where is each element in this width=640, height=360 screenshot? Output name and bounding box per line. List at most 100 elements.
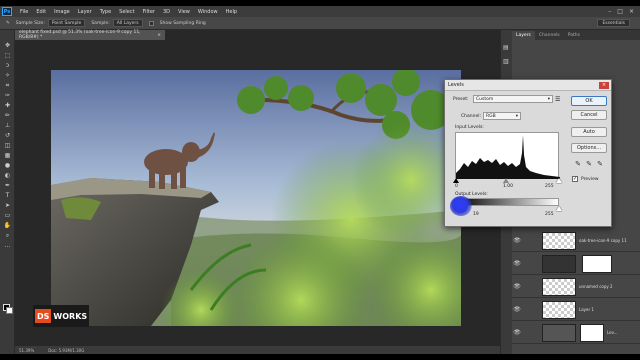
- layer-mask-thumbnail: [580, 323, 604, 342]
- menu-bar: Ps File Edit Image Layer Type Select Fil…: [0, 6, 640, 17]
- window-controls: – □ ×: [608, 8, 634, 15]
- layer-row[interactable]: 👁 Layer 1: [512, 299, 640, 321]
- visibility-eye-icon[interactable]: 👁: [512, 329, 522, 336]
- preview-checkbox[interactable]: ✓: [572, 176, 578, 182]
- output-black-value[interactable]: 19: [473, 212, 479, 217]
- crop-tool-icon[interactable]: ⌗: [3, 82, 12, 90]
- input-levels-label: Input Levels:: [455, 125, 484, 130]
- zoom-level[interactable]: 51.39%: [19, 348, 34, 353]
- menu-window[interactable]: Window: [198, 9, 218, 15]
- pen-tool-icon[interactable]: ✒: [3, 182, 12, 190]
- ok-button[interactable]: OK: [571, 96, 607, 106]
- history-panel-icon[interactable]: ▤: [503, 44, 509, 51]
- menu-3d[interactable]: 3D: [163, 9, 170, 15]
- eyedropper-tool-icon[interactable]: ✎: [6, 21, 10, 26]
- input-gamma-slider[interactable]: [503, 178, 509, 183]
- tab-paths[interactable]: Paths: [564, 31, 584, 40]
- menu-type[interactable]: Type: [100, 9, 111, 15]
- clone-stamp-icon[interactable]: ⊥: [3, 122, 12, 130]
- options-bar: ✎ Sample Size: Point Sample Sample: All …: [0, 17, 640, 30]
- layer-row[interactable]: 👁 unnamed copy 2: [512, 276, 640, 298]
- close-icon[interactable]: ×: [629, 8, 634, 15]
- gray-eyedropper-icon[interactable]: ✎: [585, 160, 593, 168]
- visibility-eye-icon[interactable]: 👁: [512, 283, 522, 290]
- visibility-eye-icon[interactable]: 👁: [512, 306, 522, 313]
- menu-file[interactable]: File: [20, 9, 28, 15]
- document-tab[interactable]: elephant fixed.psd @ 51.3% (oak-tree-ico…: [15, 30, 165, 40]
- preset-options-icon[interactable]: ☰: [555, 96, 560, 103]
- brush-tool-icon[interactable]: ✏: [3, 112, 12, 120]
- preset-select[interactable]: Custom ▾: [473, 95, 553, 103]
- watermark-logo: DS WORKS: [33, 305, 89, 327]
- tools-panel: ✥ ⬚ ↄ ✧ ⌗ ✑ ✚ ✏ ⊥ ↺ ◫ ▦ ● ◐ ✒ T ➤ ▭ ✋ ⌕ …: [0, 30, 15, 354]
- options-button[interactable]: Options...: [571, 143, 607, 153]
- menu-image[interactable]: Image: [54, 9, 70, 15]
- more-tools-icon[interactable]: …: [3, 242, 12, 250]
- dialog-title: Levels: [448, 82, 464, 88]
- path-select-icon[interactable]: ➤: [3, 202, 12, 210]
- eraser-tool-icon[interactable]: ◫: [3, 142, 12, 150]
- channel-value: RGB: [486, 113, 496, 119]
- move-tool-icon[interactable]: ✥: [3, 42, 12, 50]
- menu-select[interactable]: Select: [119, 9, 134, 15]
- workspace-select[interactable]: Essentials: [597, 19, 630, 27]
- menu-layer[interactable]: Layer: [78, 9, 92, 15]
- close-icon[interactable]: ×: [599, 82, 609, 89]
- layer-name: oak-tree-icon-9 copy 11: [579, 238, 627, 243]
- minimize-icon[interactable]: –: [608, 8, 611, 15]
- eyedropper-icon[interactable]: ✑: [3, 92, 12, 100]
- tab-layers[interactable]: Layers: [512, 31, 535, 40]
- layer-name: Layer 1: [579, 307, 594, 312]
- blur-tool-icon[interactable]: ●: [3, 162, 12, 170]
- canvas-image[interactable]: [51, 70, 461, 326]
- output-white-slider[interactable]: [556, 206, 562, 211]
- menu-filter[interactable]: Filter: [143, 9, 155, 15]
- menu-help[interactable]: Help: [226, 9, 237, 15]
- input-black-slider[interactable]: [453, 178, 459, 183]
- shape-tool-icon[interactable]: ▭: [3, 212, 12, 220]
- properties-panel-icon[interactable]: ▥: [503, 58, 509, 65]
- zoom-tool-icon[interactable]: ⌕: [3, 232, 12, 240]
- background-color-swatch[interactable]: [6, 307, 13, 314]
- marquee-tool-icon[interactable]: ⬚: [3, 52, 12, 60]
- show-sampling-ring-checkbox[interactable]: [148, 20, 154, 26]
- sample-size-label: Sample Size:: [15, 20, 45, 26]
- cursor-highlight: [450, 196, 472, 216]
- white-eyedropper-icon[interactable]: ✎: [596, 160, 604, 168]
- close-icon[interactable]: ×: [157, 33, 161, 38]
- history-brush-icon[interactable]: ↺: [3, 132, 12, 140]
- layer-row[interactable]: 👁 Lev...: [512, 322, 640, 344]
- gradient-tool-icon[interactable]: ▦: [3, 152, 12, 160]
- input-gamma-value[interactable]: 1.00: [503, 184, 513, 189]
- auto-button[interactable]: Auto: [571, 127, 607, 137]
- input-white-value[interactable]: 255: [545, 184, 554, 189]
- maximize-icon[interactable]: □: [617, 8, 623, 15]
- layer-thumbnail: [542, 277, 576, 296]
- healing-brush-icon[interactable]: ✚: [3, 102, 12, 110]
- visibility-eye-icon[interactable]: 👁: [512, 237, 522, 244]
- visibility-eye-icon[interactable]: 👁: [512, 260, 522, 267]
- menu-view[interactable]: View: [178, 9, 190, 15]
- sample-label: Sample:: [91, 20, 110, 26]
- output-white-value[interactable]: 255: [545, 212, 554, 217]
- cancel-button[interactable]: Cancel: [571, 110, 607, 120]
- input-black-value[interactable]: 0: [455, 184, 458, 189]
- lasso-tool-icon[interactable]: ↄ: [3, 62, 12, 70]
- input-white-slider[interactable]: [556, 178, 562, 183]
- document-tab-title: elephant fixed.psd @ 51.3% (oak-tree-ico…: [19, 30, 141, 40]
- chevron-down-icon: ▾: [547, 96, 550, 102]
- layer-row[interactable]: 👁 oak-tree-icon-9 copy 11: [512, 230, 640, 252]
- tab-channels[interactable]: Channels: [535, 31, 564, 40]
- hand-tool-icon[interactable]: ✋: [3, 222, 12, 230]
- type-tool-icon[interactable]: T: [3, 192, 12, 200]
- channel-select[interactable]: RGB ▾: [483, 112, 521, 120]
- sample-size-select[interactable]: Point Sample: [47, 19, 86, 27]
- sample-select[interactable]: All Layers: [112, 19, 143, 27]
- quick-select-tool-icon[interactable]: ✧: [3, 72, 12, 80]
- layer-name: Lev...: [607, 330, 618, 335]
- layer-row[interactable]: 👁: [512, 253, 640, 275]
- dodge-tool-icon[interactable]: ◐: [3, 172, 12, 180]
- dialog-titlebar[interactable]: Levels ×: [445, 80, 611, 91]
- black-eyedropper-icon[interactable]: ✎: [574, 160, 582, 168]
- menu-edit[interactable]: Edit: [36, 9, 46, 15]
